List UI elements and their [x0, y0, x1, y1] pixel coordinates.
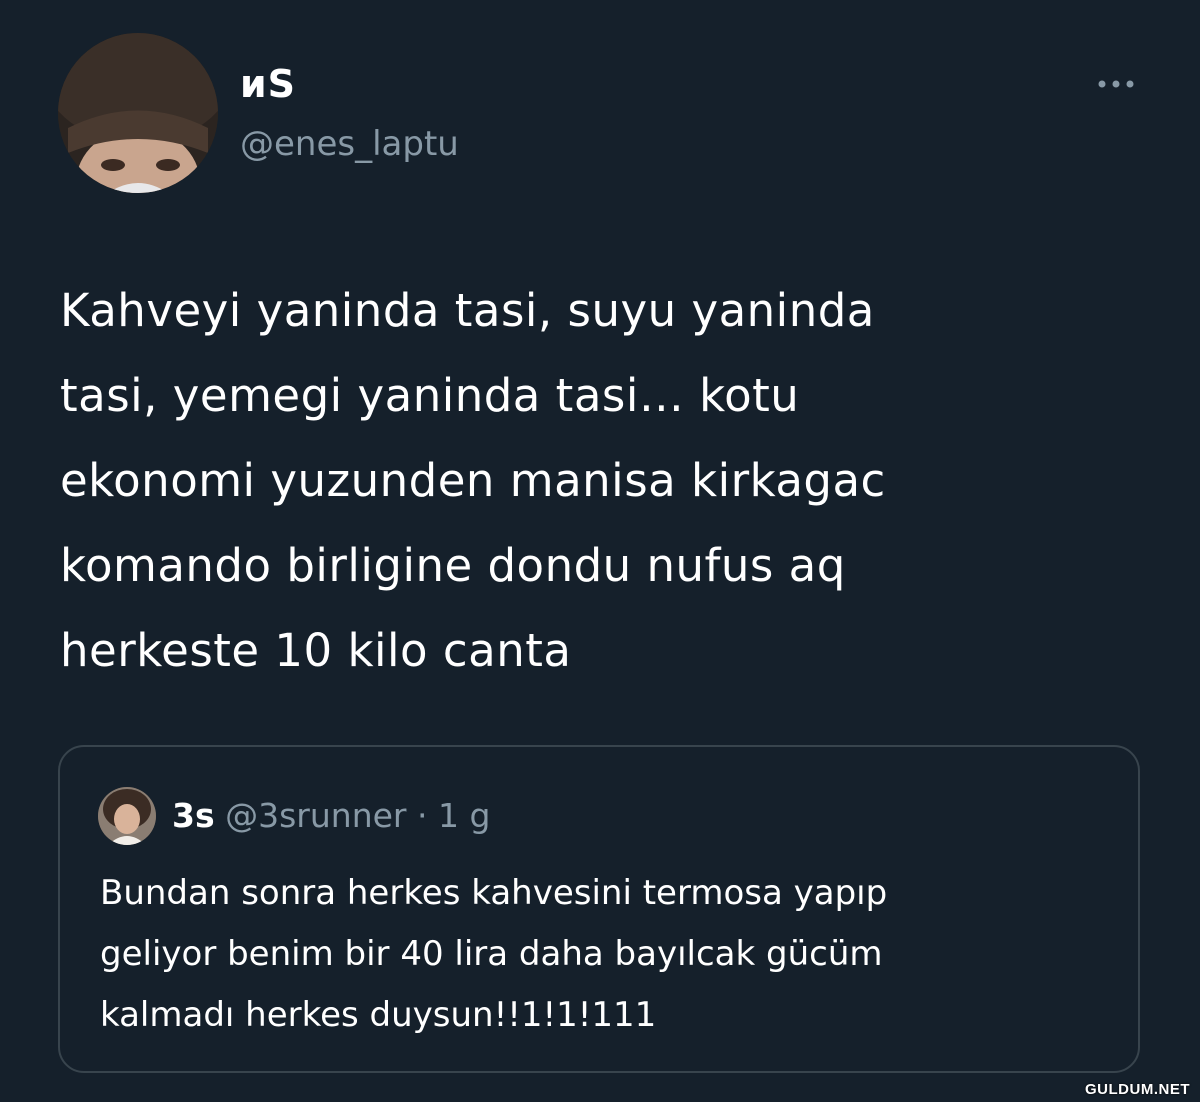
tweet-text: Kahveyi yaninda tasi, suyu yaninda tasi,…: [60, 284, 886, 677]
avatar-photo-icon: [58, 33, 218, 193]
author-display-name[interactable]: ᴎS: [240, 62, 296, 106]
quoted-author-avatar[interactable]: [98, 787, 156, 845]
quoted-tweet-header: 3s @3srunner · 1 g: [172, 793, 490, 839]
site-watermark: GULDUM.NET: [1085, 1081, 1190, 1098]
quoted-tweet-card[interactable]: 3s @3srunner · 1 g Bundan sonra herkes k…: [58, 745, 1140, 1073]
more-options-button[interactable]: [1092, 68, 1140, 100]
author-handle[interactable]: @enes_laptu: [240, 122, 459, 166]
header-separator: ·: [416, 796, 428, 835]
author-avatar[interactable]: [58, 33, 218, 193]
quoted-tweet-text: Bundan sonra herkes kahvesini termosa ya…: [100, 873, 888, 1035]
quoted-tweet-timestamp[interactable]: 1 g: [438, 796, 490, 835]
more-horizontal-icon: [1098, 80, 1134, 88]
avatar-photo-icon: [98, 787, 156, 845]
quoted-author-handle[interactable]: @3srunner: [225, 796, 406, 835]
quoted-author-name[interactable]: 3s: [172, 796, 215, 835]
